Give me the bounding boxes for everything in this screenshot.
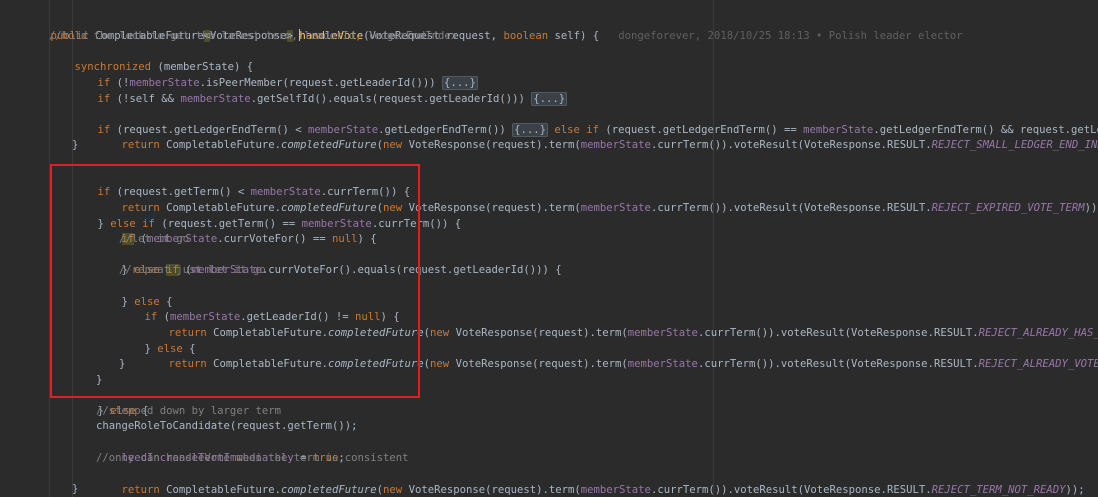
code-line[interactable]: } (72, 482, 78, 497)
code-comment[interactable]: //stepped down by larger term (96, 404, 281, 420)
code-line[interactable]: } (72, 138, 78, 154)
code-line[interactable]: return CompletableFuture.completedFuture… (96, 122, 1098, 151)
code-comment[interactable]: //hold the lock to get the latest term, … (49, 29, 457, 45)
code-line[interactable]: return CompletableFuture.completedFuture… (96, 467, 1085, 496)
git-blame-annotation: dongeforever, 2018/10/25 18:13 • Polish … (618, 29, 963, 42)
code-line[interactable]: if (!memberState.isPeerMember(request.ge… (72, 60, 478, 90)
folded-code-block[interactable]: {...} (531, 91, 568, 106)
code-line[interactable]: changeRoleToCandidate(request.getTerm())… (96, 419, 358, 435)
code-line[interactable]: if (request.getLedgerEndTerm() < memberS… (72, 107, 1098, 137)
code-line[interactable]: synchronized (memberState) { (49, 44, 254, 73)
code-line-method-signature[interactable]: public CompletableFuture<VoteResponse> h… (25, 13, 963, 42)
code-editor[interactable]: public CompletableFuture<VoteResponse> h… (0, 0, 1098, 497)
highlight-annotation-box (50, 164, 420, 398)
code-line[interactable]: needIncreaseTermImmediately = true; (96, 435, 345, 464)
code-comment[interactable]: //only can handleVote when the term is c… (96, 451, 409, 467)
code-line[interactable]: if (!self && memberState.getSelfId().equ… (72, 76, 568, 106)
right-margin-guide (713, 0, 714, 497)
